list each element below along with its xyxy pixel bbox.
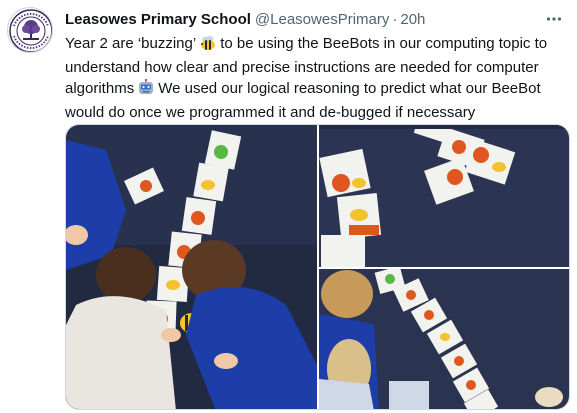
avatar[interactable] [7, 7, 53, 53]
tweet-timestamp[interactable]: 20h [400, 11, 425, 28]
account-name[interactable]: Leasowes Primary School [65, 11, 251, 28]
tweet-text-part-1: Year 2 are ‘buzzing’ [65, 35, 197, 52]
school-crest-icon [9, 9, 52, 52]
photo-1[interactable] [66, 125, 317, 409]
more-horizontal-icon [546, 17, 562, 21]
media-grid [65, 124, 570, 410]
bee-emoji-icon [199, 35, 217, 57]
tweet-header: Leasowes Primary School @LeasowesPrimary… [65, 9, 565, 29]
photo-3[interactable] [319, 269, 569, 409]
photo-2[interactable] [319, 125, 569, 267]
robot-emoji-icon [137, 78, 155, 102]
tweet-text: Year 2 are ‘buzzing’ to be using the Bee… [65, 33, 565, 123]
more-button[interactable] [543, 9, 565, 29]
separator-dot: · [392, 10, 398, 28]
tweet-card[interactable]: Leasowes Primary School @LeasowesPrimary… [0, 0, 577, 413]
account-handle[interactable]: @LeasowesPrimary [255, 11, 389, 28]
